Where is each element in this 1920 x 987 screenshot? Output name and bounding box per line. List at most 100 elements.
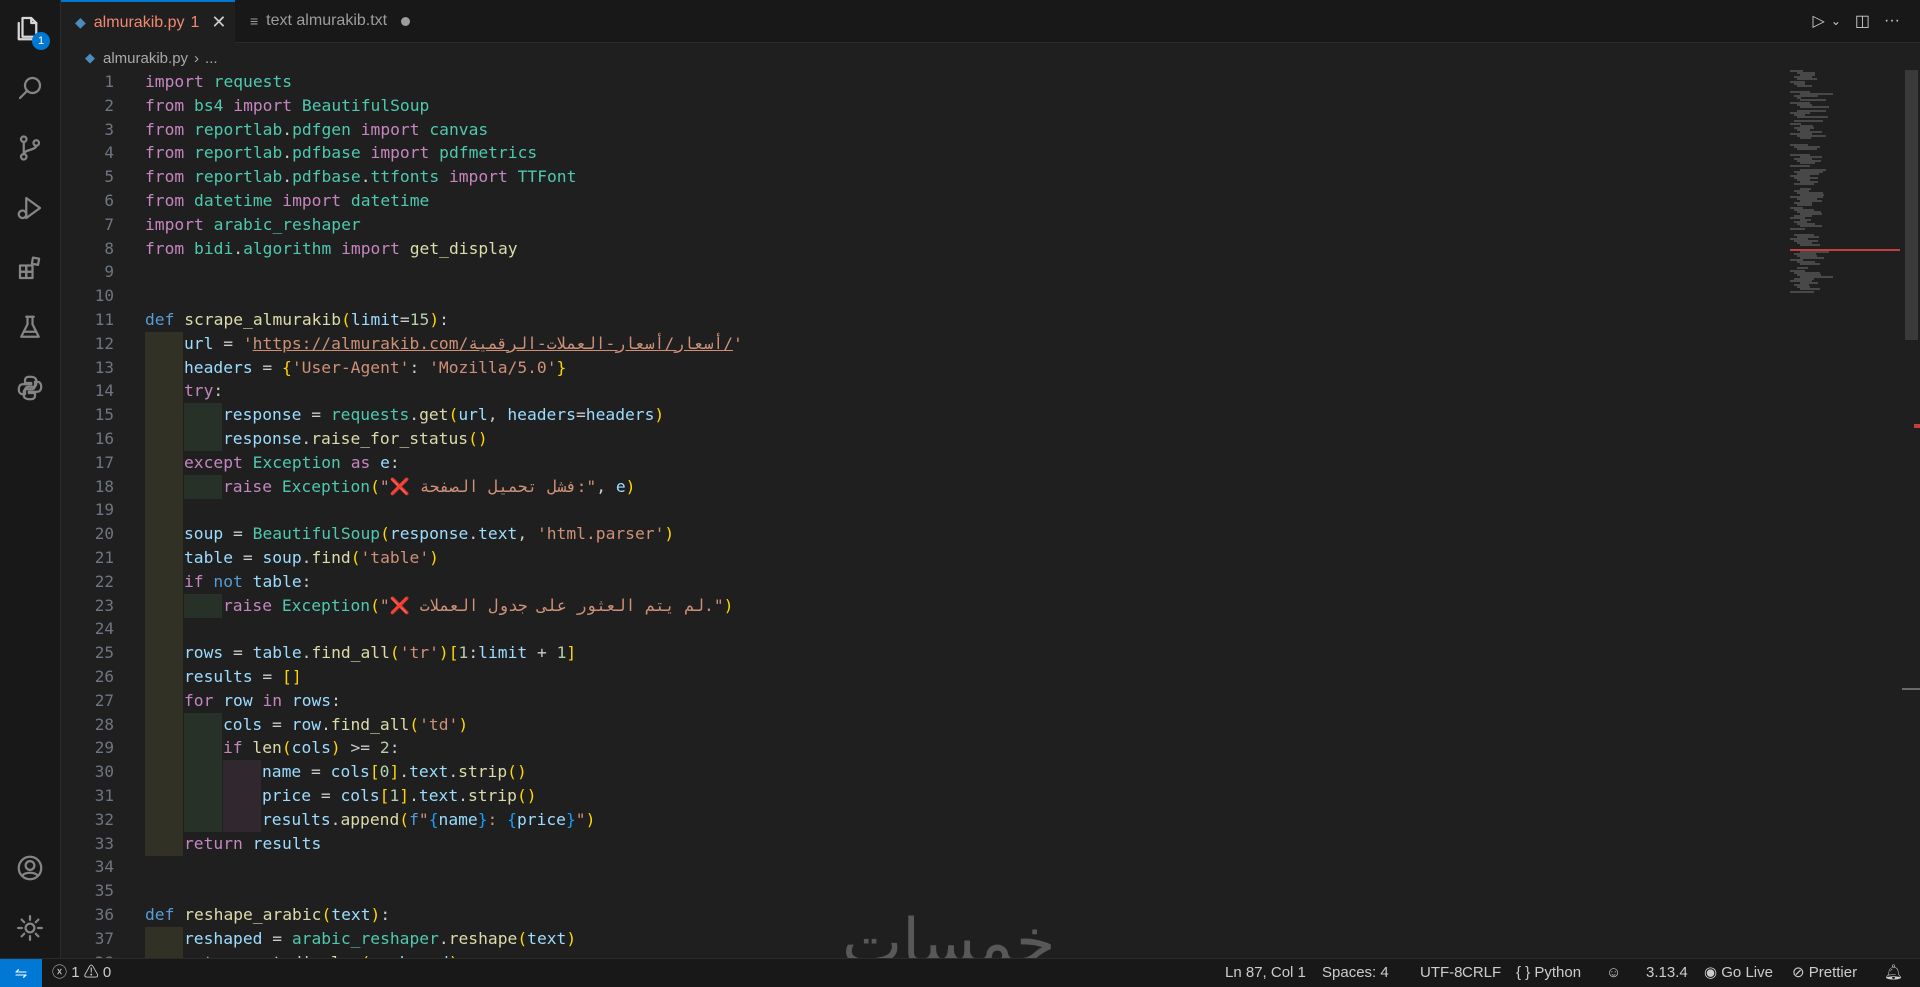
code-line[interactable]: 18 raise Exception("❌ فشل تحميل الصفحة:",…	[61, 474, 1781, 499]
code-line[interactable]: 16 response.raise_for_status()	[61, 427, 1781, 451]
code-editor[interactable]: 1 import requests 2 from bs4 import Beautif…	[61, 70, 1901, 958]
code-line[interactable]: 17 except Exception as e:	[61, 450, 1781, 475]
breadcrumb-file[interactable]: almurakib.py	[103, 50, 188, 67]
code-text: from bidi.algorithm import get_display	[145, 238, 518, 258]
code-line[interactable]: 7 import arabic_reshaper	[61, 213, 1781, 237]
code-text: try:	[184, 381, 224, 401]
code-line[interactable]: 14 try:	[61, 379, 1781, 404]
code-text: table = soup.find('table')	[184, 548, 439, 567]
indent-guide	[145, 450, 183, 475]
code-line[interactable]: 35	[61, 879, 1781, 903]
code-line[interactable]: 12 url = 'https://almurakib.com/أسعار/أسع…	[61, 331, 1781, 356]
line-number: 29	[94, 738, 114, 758]
more-actions-icon[interactable]: ···	[1884, 12, 1900, 30]
indent-guide	[184, 784, 222, 808]
run-icon[interactable]: ▷	[1813, 11, 1825, 31]
line-number: 9	[104, 262, 114, 282]
search-icon[interactable]	[0, 60, 60, 116]
code-line[interactable]: 25 rows = table.find_all('tr')[1:limit + …	[61, 641, 1781, 666]
code-line[interactable]: 27 for row in rows:	[61, 688, 1781, 713]
line-number: 34	[94, 857, 114, 877]
code-line[interactable]: 30 name = cols[0].text.strip()	[61, 760, 1781, 785]
python-icon[interactable]	[0, 360, 60, 416]
indent-guide	[184, 760, 222, 785]
language-mode[interactable]: { } Python	[1516, 959, 1581, 987]
split-editor-icon[interactable]: ◫	[1855, 11, 1870, 31]
problems-indicator[interactable]: ⓧ 1 ⚠ 0	[52, 959, 111, 987]
run-debug-icon[interactable]	[0, 180, 60, 236]
code-line[interactable]: 9	[61, 260, 1781, 284]
code-text: name = cols[0].text.strip()	[262, 762, 527, 782]
indentation[interactable]: Spaces: 4	[1322, 959, 1389, 987]
extensions-icon[interactable]	[0, 240, 60, 296]
line-ending[interactable]: CRLF	[1462, 959, 1501, 987]
close-icon[interactable]: ✕	[211, 12, 226, 33]
code-line[interactable]: 11 def scrape_almurakib(limit=15):	[61, 308, 1781, 332]
line-number: 31	[94, 786, 114, 805]
minimap-line	[1800, 137, 1811, 140]
go-live-button[interactable]: ◉ Go Live	[1704, 959, 1773, 987]
explorer-badge: 1	[32, 32, 50, 50]
code-line[interactable]: 33 return results	[61, 831, 1781, 856]
code-line[interactable]: 23 raise Exception("❌ لم يتم العثور على ج…	[61, 593, 1781, 618]
code-line[interactable]: 32 results.append(f"{name}: {price}")	[61, 807, 1781, 832]
code-line[interactable]: 3 from reportlab.pdfgen import canvas	[61, 118, 1781, 142]
code-line[interactable]: 22 if not table:	[61, 569, 1781, 594]
source-control-icon[interactable]	[0, 120, 60, 176]
minimap[interactable]	[1790, 70, 1900, 293]
code-line[interactable]: 21 table = soup.find('table')	[61, 546, 1781, 570]
code-line[interactable]: 26 results = []	[61, 665, 1781, 689]
code-line[interactable]: 10	[61, 284, 1781, 308]
remote-indicator-icon[interactable]: ⇋	[0, 959, 42, 987]
line-number: 10	[94, 286, 114, 306]
line-number: 7	[104, 214, 114, 234]
code-line[interactable]: 20 soup = BeautifulSoup(response.text, 'h…	[61, 522, 1781, 547]
indent-guide	[145, 807, 183, 832]
prettier-button[interactable]: ⊘ Prettier	[1792, 959, 1857, 987]
accounts-icon[interactable]	[0, 840, 60, 896]
code-line[interactable]: 29 if len(cols) >= 2:	[61, 736, 1781, 761]
line-number: 17	[94, 452, 114, 472]
breadcrumb-more[interactable]: ...	[205, 50, 218, 67]
code-line[interactable]: 4 from reportlab.pdfbase import pdfmetric…	[61, 141, 1781, 165]
code-line[interactable]: 19	[61, 498, 1781, 523]
testing-icon[interactable]	[0, 300, 60, 356]
line-number: 16	[94, 429, 114, 448]
code-text: cols = row.find_all('td')	[223, 714, 469, 734]
scrollbar-thumb[interactable]	[1905, 70, 1918, 340]
cursor-position[interactable]: Ln 87, Col 1	[1225, 959, 1306, 987]
code-line[interactable]: 1 import requests	[61, 70, 1781, 94]
settings-gear-icon[interactable]	[0, 900, 60, 956]
code-line[interactable]: 28 cols = row.find_all('td')	[61, 712, 1781, 737]
code-line[interactable]: 13 headers = {'User-Agent': 'Mozilla/5.0'…	[61, 355, 1781, 380]
code-text: rows = table.find_all('tr')[1:limit + 1]	[184, 643, 577, 663]
chevron-down-icon[interactable]: ⌄	[1831, 14, 1841, 28]
tab-text-almurakib-txt[interactable]: ≡ text almurakib.txt	[236, 0, 426, 42]
unsaved-dot-icon[interactable]	[401, 16, 411, 26]
code-line[interactable]: 31 price = cols[1].text.strip()	[61, 784, 1781, 808]
line-number: 6	[104, 191, 114, 210]
code-text: results.append(f"{name}: {price}")	[262, 809, 596, 829]
notifications-bell-icon[interactable]: 🔔︎	[1884, 959, 1903, 987]
scrollbar-error-marker	[1914, 424, 1920, 428]
encoding[interactable]: UTF-8	[1420, 959, 1463, 987]
code-line[interactable]: 5 from reportlab.pdfbase.ttfonts import T…	[61, 165, 1781, 189]
indent-guide	[145, 498, 183, 523]
code-line[interactable]: 34	[61, 855, 1781, 879]
minimap-line	[1797, 84, 1813, 87]
code-line[interactable]: 15 response = requests.get(url, headers=h…	[61, 403, 1781, 428]
code-line[interactable]: 8 from bidi.algorithm import get_display	[61, 237, 1781, 261]
copilot-icon[interactable]: ☺	[1606, 959, 1621, 987]
indent-guide	[184, 736, 222, 761]
indent-guide	[145, 688, 183, 713]
code-line[interactable]: 2 from bs4 import BeautifulSoup	[61, 94, 1781, 118]
code-line[interactable]: 6 from datetime import datetime	[61, 189, 1781, 213]
code-line[interactable]: 24	[61, 617, 1781, 642]
tab-almurakib-py[interactable]: ◆ almurakib.py 1 ✕	[61, 0, 235, 43]
explorer-icon[interactable]: 1	[0, 0, 60, 56]
code-text: from datetime import datetime	[145, 191, 430, 210]
python-file-icon: ◆	[75, 14, 86, 30]
code-text: from bs4 import BeautifulSoup	[145, 95, 430, 115]
indent-guide	[223, 760, 261, 785]
python-version[interactable]: 3.13.4	[1646, 959, 1688, 987]
